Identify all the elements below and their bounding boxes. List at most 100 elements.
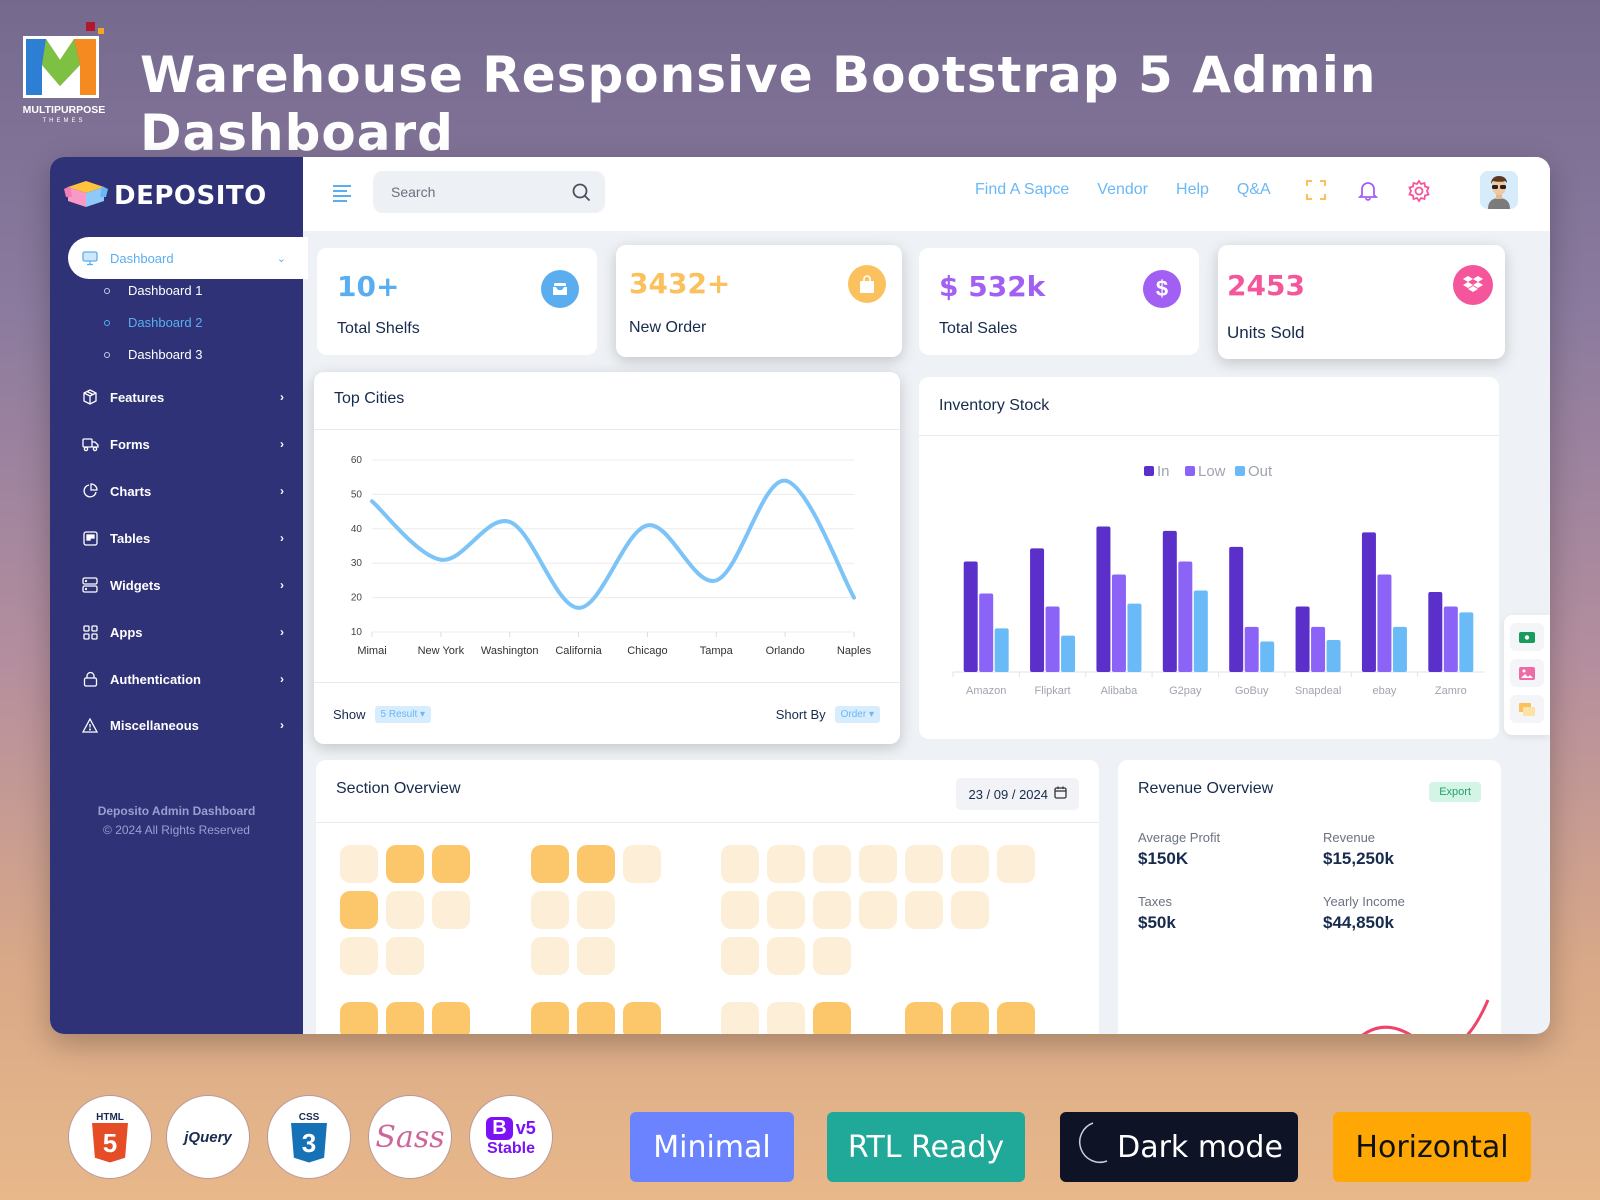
quick-action-money[interactable] (1510, 623, 1544, 651)
stat-card-total-shelfs[interactable]: 10+ Total Shelfs (317, 248, 597, 355)
sidebar-item-features[interactable]: Features › (80, 385, 290, 409)
seat-available[interactable] (386, 891, 424, 929)
seat-available[interactable] (577, 891, 615, 929)
search-icon[interactable] (572, 183, 591, 205)
sidebar-subitem-dashboard-3[interactable]: Dashboard 3 (104, 347, 202, 362)
seat-available[interactable] (340, 937, 378, 975)
seat-available[interactable] (432, 891, 470, 929)
quick-action-image[interactable] (1510, 659, 1544, 687)
sidebar-item-charts[interactable]: Charts › (80, 479, 290, 503)
nav-link-qa[interactable]: Q&A (1237, 181, 1271, 199)
seat-available[interactable] (859, 845, 897, 883)
section-overview-card: Section Overview 23 / 09 / 2024 (316, 760, 1099, 1034)
seat-available[interactable] (721, 937, 759, 975)
seat-available[interactable] (340, 845, 378, 883)
seat-occupied[interactable] (577, 845, 615, 883)
date-picker[interactable]: 23 / 09 / 2024 (956, 778, 1079, 810)
brand[interactable]: DEPOSITO (64, 177, 267, 214)
seat-available[interactable] (721, 891, 759, 929)
metric-value: $44,850k (1323, 913, 1394, 932)
sidebar-item-authentication[interactable]: Authentication › (80, 667, 290, 691)
calendar-icon (1054, 786, 1067, 802)
sidebar-subitem-dashboard-2[interactable]: Dashboard 2 (104, 315, 202, 330)
banknote-icon (1519, 631, 1535, 643)
seat-occupied[interactable] (813, 1002, 851, 1034)
sidebar-item-widgets[interactable]: Widgets › (80, 573, 290, 597)
card-title: Revenue Overview (1138, 780, 1274, 797)
seat-available[interactable] (721, 1002, 759, 1034)
seat-occupied[interactable] (577, 1002, 615, 1034)
svg-text:MULTIPURPOSE: MULTIPURPOSE (23, 104, 106, 116)
seat-occupied[interactable] (531, 1002, 569, 1034)
show-results-dropdown[interactable]: 5 Result ▾ (374, 706, 432, 723)
sidebar-item-dashboard[interactable]: Dashboard ⌄ (68, 237, 308, 279)
sidebar: DEPOSITO Dashboard ⌄ Dashboard 1 Dashboa… (50, 157, 308, 1034)
seat-available[interactable] (905, 845, 943, 883)
legend-swatch (1144, 466, 1154, 476)
hamburger-menu-icon[interactable] (333, 185, 353, 205)
seat-available[interactable] (767, 891, 805, 929)
sort-by-dropdown[interactable]: Order ▾ (834, 706, 880, 723)
metric-value: $50k (1138, 913, 1176, 932)
seat-occupied[interactable] (951, 1002, 989, 1034)
sidebar-item-tables[interactable]: Tables › (80, 526, 290, 550)
stat-card-units-sold[interactable]: 2453 Units Sold (1218, 245, 1505, 359)
sidebar-item-label: Charts (110, 483, 152, 499)
y-tick-label: 10 (351, 627, 363, 638)
seat-occupied[interactable] (432, 845, 470, 883)
x-tick-label: Naples (837, 645, 872, 657)
seat-available[interactable] (905, 891, 943, 929)
export-button[interactable]: Export (1429, 782, 1481, 802)
sidebar-subitem-dashboard-1[interactable]: Dashboard 1 (104, 283, 202, 298)
seat-available[interactable] (767, 1002, 805, 1034)
chevron-down-icon: ⌄ (276, 252, 286, 265)
sidebar-item-apps[interactable]: Apps › (80, 620, 290, 644)
seat-occupied[interactable] (340, 1002, 378, 1034)
search-input[interactable]: Search (373, 171, 605, 213)
sidebar-item-miscellaneous[interactable]: Miscellaneous › (80, 713, 290, 737)
seat-available[interactable] (813, 937, 851, 975)
topbar: Search Find A Sapce Vendor Help Q&A (303, 157, 1550, 231)
seat-occupied[interactable] (386, 1002, 424, 1034)
quick-action-chat[interactable] (1510, 695, 1544, 723)
bell-icon[interactable] (1357, 179, 1379, 206)
seat-available[interactable] (767, 937, 805, 975)
seat-available[interactable] (951, 845, 989, 883)
html5-shield-icon: 5 (92, 1122, 128, 1163)
user-avatar[interactable] (1480, 171, 1518, 209)
stat-card-new-order[interactable]: 3432+ New Order (616, 245, 902, 357)
sidebar-item-forms[interactable]: Forms › (80, 432, 290, 456)
seat-occupied[interactable] (531, 845, 569, 883)
stat-card-total-sales[interactable]: $ 532k Total Sales $ (919, 248, 1199, 355)
nav-link-help[interactable]: Help (1176, 181, 1209, 199)
seat-occupied[interactable] (340, 891, 378, 929)
metric-value: $150K (1138, 849, 1189, 868)
gear-icon[interactable] (1407, 179, 1431, 208)
seat-available[interactable] (951, 891, 989, 929)
bar-out (994, 628, 1009, 672)
seat-available[interactable] (859, 891, 897, 929)
sidebar-item-label: Authentication (110, 671, 201, 687)
seat-available[interactable] (813, 891, 851, 929)
seat-available[interactable] (623, 845, 661, 883)
bar-out (1326, 640, 1341, 672)
seat-occupied[interactable] (386, 845, 424, 883)
seat-available[interactable] (721, 845, 759, 883)
seat-available[interactable] (386, 937, 424, 975)
seat-available[interactable] (767, 845, 805, 883)
seat-occupied[interactable] (905, 1002, 943, 1034)
seat-occupied[interactable] (623, 1002, 661, 1034)
seat-available[interactable] (813, 845, 851, 883)
seat-available[interactable] (531, 937, 569, 975)
seat-available[interactable] (531, 891, 569, 929)
seat-available[interactable] (997, 845, 1035, 883)
legend-swatch (1185, 466, 1195, 476)
seat-occupied[interactable] (997, 1002, 1035, 1034)
fullscreen-icon[interactable] (1305, 179, 1327, 206)
seat-available[interactable] (577, 937, 615, 975)
chat-icon (1519, 702, 1535, 716)
nav-link-vendor[interactable]: Vendor (1097, 181, 1148, 199)
nav-link-find-a-space[interactable]: Find A Sapce (975, 181, 1069, 199)
seat-occupied[interactable] (432, 1002, 470, 1034)
metric-label: Average Profit (1138, 830, 1221, 845)
